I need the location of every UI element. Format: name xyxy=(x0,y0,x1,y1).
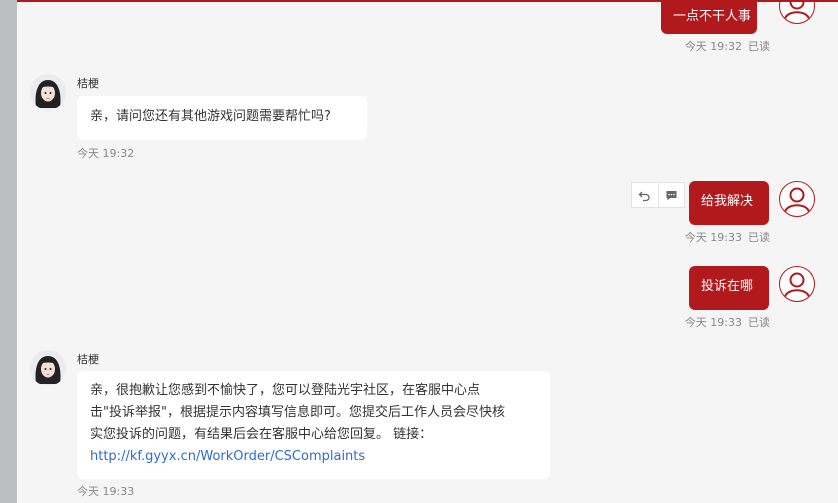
complaint-link[interactable]: http://kf.gyyx.cn/WorkOrder/CSComplaints xyxy=(90,449,365,464)
timestamp-text: 今天 19:33 xyxy=(684,316,742,329)
quote-button[interactable] xyxy=(657,183,685,207)
timestamp-text: 今天 19:32 xyxy=(684,40,742,53)
recall-button[interactable] xyxy=(632,183,658,207)
message-timestamp: 今天 19:32 已读 xyxy=(637,38,770,54)
chat-panel: 一点不干人事 今天 19:32 已读 桔梗 亲，请问您还有其他游戏问题需要帮忙吗?… xyxy=(17,0,838,503)
message-timestamp: 今天 19:33 xyxy=(77,485,135,498)
message-timestamp: 今天 19:32 xyxy=(77,147,135,160)
message-text: 亲，请问您还有其他游戏问题需要帮忙吗? xyxy=(90,109,331,124)
sender-name: 桔梗 xyxy=(77,77,99,90)
message-bubble-outgoing[interactable]: 投诉在哪 xyxy=(689,266,769,310)
message-bubble-outgoing[interactable]: 给我解决 xyxy=(689,181,769,225)
message-bubble-incoming[interactable]: 亲，请问您还有其他游戏问题需要帮忙吗? xyxy=(77,96,367,140)
read-status: 已读 xyxy=(748,231,770,244)
agent-avatar-image xyxy=(30,350,66,386)
message-line: 亲，很抱歉让您感到不愉快了，您可以登陆光宇社区，在客服中心点 xyxy=(90,383,481,398)
message-bubble-outgoing[interactable]: 一点不干人事 xyxy=(661,2,757,34)
user-avatar-icon xyxy=(784,272,810,298)
timestamp-text: 今天 19:33 xyxy=(684,231,742,244)
message-text: 给我解决 xyxy=(701,194,754,209)
message-text: 投诉在哪 xyxy=(701,279,754,294)
undo-icon xyxy=(638,191,650,201)
message-actions xyxy=(631,182,685,208)
agent-avatar-image xyxy=(30,74,66,110)
user-avatar-icon xyxy=(784,187,810,213)
sender-name: 桔梗 xyxy=(77,353,99,366)
message-timestamp: 今天 19:33 已读 xyxy=(637,314,770,330)
user-avatar[interactable] xyxy=(779,181,815,217)
comment-icon xyxy=(666,190,677,200)
user-avatar-icon xyxy=(784,2,810,20)
message-bubble-incoming[interactable]: 亲，很抱歉让您感到不愉快了，您可以登陆光宇社区，在客服中心点 击"投诉举报"，根… xyxy=(77,371,550,479)
agent-avatar[interactable] xyxy=(30,350,66,386)
agent-avatar[interactable] xyxy=(30,74,66,110)
message-text: 一点不干人事 xyxy=(673,9,752,24)
user-avatar[interactable] xyxy=(779,266,815,302)
read-status: 已读 xyxy=(748,316,770,329)
message-line: 击"投诉举报"，根据提示内容填写信息即可。您提交后工作人员会尽快核 xyxy=(90,405,505,420)
message-timestamp: 今天 19:33 已读 xyxy=(637,229,770,245)
user-avatar[interactable] xyxy=(779,2,815,24)
message-line: 实您投诉的问题，有结果后会在客服中心给您回复。 链接： xyxy=(90,427,433,442)
read-status: 已读 xyxy=(748,40,770,53)
